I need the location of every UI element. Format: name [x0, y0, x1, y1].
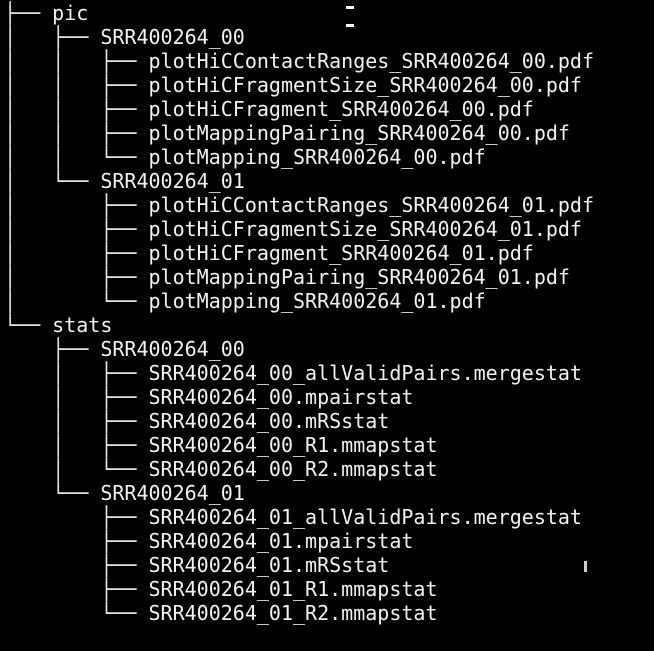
- tree-file-line: │ │ ├── plotHiCContactRanges_SRR400264_0…: [4, 49, 594, 73]
- file-name: SRR400264_01.mpairstat: [148, 529, 414, 553]
- tree-file-line: │ │ ├── plotHiCFragmentSize_SRR400264_00…: [4, 73, 594, 97]
- tree-branch-guide: │ ├──: [4, 361, 149, 385]
- tree-branch-guide: │ ├──: [4, 217, 149, 241]
- file-name: SRR400264_00_allValidPairs.mergestat: [148, 361, 582, 385]
- tree-branch-guide: └──: [4, 481, 101, 505]
- tree-directory-line: │ └── SRR400264_01: [4, 169, 594, 193]
- tree-file-line: │ ├── SRR400264_00.mpairstat: [4, 385, 594, 409]
- file-name: SRR400264_00.mpairstat: [148, 385, 414, 409]
- tree-file-line: │ ├── SRR400264_00.mRSstat: [4, 409, 594, 433]
- tree-branch-guide: │ │ ├──: [4, 73, 149, 97]
- file-name: SRR400264_00_R1.mmapstat: [148, 433, 438, 457]
- tree-branch-guide: │ └──: [4, 289, 149, 313]
- tree-branch-guide: │ ├──: [4, 433, 149, 457]
- file-name: plotHiCFragment_SRR400264_01.pdf: [148, 241, 534, 265]
- tree-file-line: │ └── plotMapping_SRR400264_01.pdf: [4, 289, 594, 313]
- tree-branch-guide: │ │ └──: [4, 145, 149, 169]
- directory-name: SRR400264_01: [100, 481, 245, 505]
- tree-file-line: │ │ └── plotMapping_SRR400264_00.pdf: [4, 145, 594, 169]
- file-name: plotHiCContactRanges_SRR400264_00.pdf: [148, 49, 595, 73]
- tree-branch-guide: ├──: [4, 529, 149, 553]
- directory-name: SRR400264_01: [100, 169, 245, 193]
- tree-file-line: │ └── SRR400264_00_R2.mmapstat: [4, 457, 594, 481]
- file-name: plotHiCFragment_SRR400264_00.pdf: [148, 97, 534, 121]
- file-name: plotMapping_SRR400264_00.pdf: [148, 145, 486, 169]
- tree-branch-guide: ├──: [4, 553, 149, 577]
- file-name: SRR400264_01_R1.mmapstat: [148, 577, 438, 601]
- tree-directory-line: ├── pic: [4, 1, 594, 25]
- file-name: SRR400264_01_allValidPairs.mergestat: [148, 505, 582, 529]
- tree-directory-line: └── SRR400264_01: [4, 481, 594, 505]
- tree-branch-guide: │ └──: [4, 457, 149, 481]
- directory-name: SRR400264_00: [100, 337, 245, 361]
- tree-file-line: │ ├── plotHiCContactRanges_SRR400264_01.…: [4, 193, 594, 217]
- tree-file-line: │ ├── plotMappingPairing_SRR400264_01.pd…: [4, 265, 594, 289]
- tree-branch-guide: ├──: [4, 505, 149, 529]
- file-name: SRR400264_01.mRSstat: [148, 553, 390, 577]
- tree-branch-guide: │ ├──: [4, 385, 149, 409]
- tree-directory-line: └── stats: [4, 313, 594, 337]
- tree-file-line: │ ├── plotHiCFragment_SRR400264_01.pdf: [4, 241, 594, 265]
- tree-branch-guide: │ ├──: [4, 409, 149, 433]
- tree-file-line: ├── SRR400264_01_R1.mmapstat: [4, 577, 594, 601]
- tree-file-line: │ ├── SRR400264_00_R1.mmapstat: [4, 433, 594, 457]
- tree-directory-line: │ ├── SRR400264_00: [4, 25, 594, 49]
- tree-file-line: ├── SRR400264_01.mpairstat: [4, 529, 594, 553]
- tree-branch-guide: ├──: [4, 337, 101, 361]
- tree-branch-guide: │ │ ├──: [4, 49, 149, 73]
- terminal-window[interactable]: ├── pic │ ├── SRR400264_00 │ │ ├── plotHiC…: [0, 0, 654, 651]
- tree-branch-guide: │ ├──: [4, 25, 101, 49]
- file-name: SRR400264_00_R2.mmapstat: [148, 457, 438, 481]
- tree-directory-line: ├── SRR400264_00: [4, 337, 594, 361]
- tree-branch-guide: └──: [4, 313, 53, 337]
- tree-file-line: │ ├── SRR400264_00_allValidPairs.mergest…: [4, 361, 594, 385]
- file-name: plotMappingPairing_SRR400264_00.pdf: [148, 121, 570, 145]
- directory-tree: ├── pic │ ├── SRR400264_00 │ │ ├── plotHiC…: [4, 1, 594, 625]
- file-name: plotMappingPairing_SRR400264_01.pdf: [148, 265, 570, 289]
- file-name: plotHiCFragmentSize_SRR400264_00.pdf: [148, 73, 582, 97]
- tree-branch-guide: │ └──: [4, 169, 101, 193]
- text-cursor: [584, 561, 587, 572]
- file-name: plotHiCContactRanges_SRR400264_01.pdf: [148, 193, 595, 217]
- directory-name: SRR400264_00: [100, 25, 245, 49]
- tree-branch-guide: │ │ ├──: [4, 97, 149, 121]
- file-name: SRR400264_01_R2.mmapstat: [148, 601, 438, 625]
- tree-file-line: │ │ ├── plotMappingPairing_SRR400264_00.…: [4, 121, 594, 145]
- file-name: plotMapping_SRR400264_01.pdf: [148, 289, 486, 313]
- tree-branch-guide: ├──: [4, 1, 53, 25]
- file-name: plotHiCFragmentSize_SRR400264_01.pdf: [148, 217, 582, 241]
- tree-file-line: ├── SRR400264_01_allValidPairs.mergestat: [4, 505, 594, 529]
- directory-name: pic: [52, 1, 89, 25]
- tree-branch-guide: └──: [4, 601, 149, 625]
- tree-branch-guide: ├──: [4, 577, 149, 601]
- tree-branch-guide: │ ├──: [4, 241, 149, 265]
- tree-file-line: │ ├── plotHiCFragmentSize_SRR400264_01.p…: [4, 217, 594, 241]
- tree-file-line: │ │ ├── plotHiCFragment_SRR400264_00.pdf: [4, 97, 594, 121]
- tree-file-line: ├── SRR400264_01.mRSstat: [4, 553, 594, 577]
- tree-branch-guide: │ ├──: [4, 265, 149, 289]
- tree-branch-guide: │ │ ├──: [4, 121, 149, 145]
- file-name: SRR400264_00.mRSstat: [148, 409, 390, 433]
- directory-name: stats: [52, 313, 113, 337]
- tree-branch-guide: │ ├──: [4, 193, 149, 217]
- tree-file-line: └── SRR400264_01_R2.mmapstat: [4, 601, 594, 625]
